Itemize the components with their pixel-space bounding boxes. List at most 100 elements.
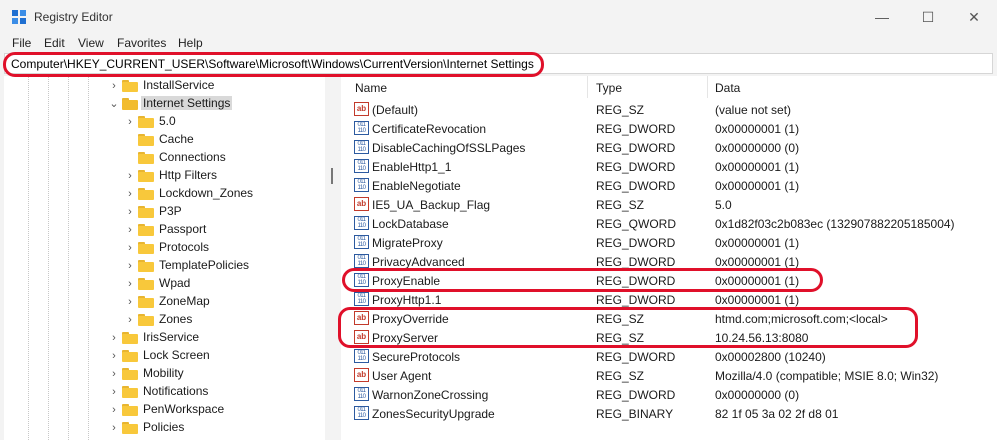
chevron-right-icon[interactable]: › [109, 349, 119, 363]
chevron-right-icon[interactable]: › [125, 295, 135, 309]
pane-splitter[interactable] [325, 76, 341, 440]
binary-value-icon: 011 110 [354, 178, 369, 192]
value-name: ZonesSecurityUpgrade [372, 407, 495, 421]
splitter-grip[interactable] [331, 168, 333, 184]
chevron-right-icon[interactable]: › [109, 385, 119, 399]
chevron-right-icon[interactable] [125, 133, 135, 147]
value-row[interactable]: 011 110 LockDatabase REG_QWORD 0x1d82f03c2b… [341, 214, 997, 233]
minimize-button[interactable]: — [859, 0, 905, 34]
tree-item[interactable]: › PenWorkspace [4, 401, 325, 419]
tree-item-label: Policies [143, 420, 185, 434]
tree-item[interactable]: › Lock Screen [4, 347, 325, 365]
chevron-right-icon[interactable]: › [125, 115, 135, 129]
value-row[interactable]: ab ProxyServer REG_SZ 10.24.56.13:8080 [341, 328, 997, 347]
tree-item[interactable]: › Wpad [4, 275, 325, 293]
tree-item[interactable]: › Passport [4, 221, 325, 239]
chevron-right-icon[interactable]: › [125, 277, 135, 291]
chevron-right-icon[interactable]: › [125, 205, 135, 219]
maximize-button[interactable]: ☐ [905, 0, 951, 34]
column-divider[interactable] [707, 76, 708, 98]
chevron-right-icon[interactable]: › [125, 187, 135, 201]
tree-item[interactable]: › Policies [4, 419, 325, 437]
value-row[interactable]: ab ProxyOverride REG_SZ htmd.com;microsoft.… [341, 309, 997, 328]
tree-item[interactable]: › P3P [4, 203, 325, 221]
chevron-right-icon[interactable] [125, 151, 135, 165]
chevron-right-icon[interactable]: › [125, 313, 135, 327]
value-row[interactable]: ab (Default) REG_SZ (value not set) [341, 100, 997, 119]
menu-view[interactable]: View [78, 36, 104, 50]
tree-item-label: Internet Settings [141, 96, 233, 110]
value-row[interactable]: 011 110 WarnonZoneCrossing REG_DWORD 0x0000… [341, 385, 997, 404]
value-row[interactable]: 011 110 MigrateProxy REG_DWORD 0x00000001 (… [341, 233, 997, 252]
folder-icon [138, 134, 154, 146]
tree-item-label: TemplatePolicies [159, 258, 250, 272]
values-pane[interactable]: Name Type Data ab (Default) REG_SZ (value n… [341, 76, 997, 440]
tree-item[interactable]: › Http Filters [4, 167, 325, 185]
value-row[interactable]: 011 110 ZonesSecurityUpgrade REG_BINARY 82 … [341, 404, 997, 423]
binary-value-icon: 011 110 [354, 254, 369, 268]
window-title: Registry Editor [34, 10, 113, 24]
chevron-right-icon[interactable]: › [109, 367, 119, 381]
tree-item[interactable]: › Zones [4, 311, 325, 329]
menu-file[interactable]: File [12, 36, 31, 50]
tree-item[interactable]: Connections [4, 149, 325, 167]
tree-item-label: Passport [159, 222, 207, 236]
column-header-name[interactable]: Name [355, 81, 387, 95]
menu-edit[interactable]: Edit [44, 36, 65, 50]
chevron-right-icon[interactable]: › [125, 223, 135, 237]
column-divider[interactable] [587, 76, 588, 98]
tree-item[interactable]: › InstallService [4, 77, 325, 95]
tree-item[interactable]: › Notifications [4, 383, 325, 401]
tree-item[interactable]: › Lockdown_Zones [4, 185, 325, 203]
tree-item[interactable]: Cache [4, 131, 325, 149]
binary-value-icon: 011 110 [354, 292, 369, 306]
value-row[interactable]: 011 110 SecureProtocols REG_DWORD 0x0000280… [341, 347, 997, 366]
value-row[interactable]: ab IE5_UA_Backup_Flag REG_SZ 5.0 [341, 195, 997, 214]
value-data: 0x00000001 (1) [715, 160, 800, 174]
value-row[interactable]: 011 110 CertificateRevocation REG_DWORD 0x0… [341, 119, 997, 138]
tree-item[interactable]: › TemplatePolicies [4, 257, 325, 275]
binary-value-icon: 011 110 [354, 349, 369, 363]
chevron-right-icon[interactable]: › [125, 241, 135, 255]
tree-item[interactable]: ⌄ Internet Settings [4, 95, 325, 113]
chevron-right-icon[interactable]: › [109, 421, 119, 435]
address-bar[interactable]: Computer\HKEY_CURRENT_USER\Software\Micr… [4, 53, 993, 74]
menu-favorites[interactable]: Favorites [117, 36, 166, 50]
tree-item[interactable]: › Mobility [4, 365, 325, 383]
value-data: 0x00000001 (1) [715, 255, 800, 269]
key-tree-pane[interactable]: › InstallService ⌄ Internet Settings › 5.0 Cac… [4, 76, 325, 440]
value-type: REG_SZ [596, 369, 645, 383]
binary-value-icon: 011 110 [354, 273, 369, 287]
value-type: REG_DWORD [596, 255, 676, 269]
value-row[interactable]: 011 110 ProxyEnable REG_DWORD 0x00000001 (1… [341, 271, 997, 290]
tree-item[interactable]: › Protocols [4, 239, 325, 257]
value-name: User Agent [372, 369, 432, 383]
tree-item[interactable]: › 5.0 [4, 113, 325, 131]
value-row[interactable]: 011 110 DisableCachingOfSSLPages REG_DWORD… [341, 138, 997, 157]
column-header-data[interactable]: Data [715, 81, 740, 95]
tree-item[interactable]: › ZoneMap [4, 293, 325, 311]
value-row[interactable]: 011 110 EnableNegotiate REG_DWORD 0x0000000… [341, 176, 997, 195]
tree-item-label: Lock Screen [143, 348, 210, 362]
value-row[interactable]: 011 110 ProxyHttp1.1 REG_DWORD 0x00000001 (… [341, 290, 997, 309]
menu-help[interactable]: Help [178, 36, 203, 50]
value-row[interactable]: 011 110 EnableHttp1_1 REG_DWORD 0x00000001 … [341, 157, 997, 176]
chevron-right-icon[interactable]: › [109, 331, 119, 345]
chevron-right-icon[interactable]: › [109, 79, 119, 93]
title-bar: Registry Editor — ☐ ✕ [0, 0, 997, 34]
value-row[interactable]: 011 110 PrivacyAdvanced REG_DWORD 0x0000000… [341, 252, 997, 271]
chevron-right-icon[interactable]: › [109, 403, 119, 417]
chevron-right-icon[interactable]: › [125, 169, 135, 183]
tree-item-label: Wpad [159, 276, 191, 290]
tree-item[interactable]: › IrisService [4, 329, 325, 347]
close-button[interactable]: ✕ [951, 0, 997, 34]
tree-item-label: Cache [159, 132, 194, 146]
column-header-type[interactable]: Type [596, 81, 622, 95]
chevron-down-icon[interactable]: ⌄ [109, 97, 119, 111]
value-row[interactable]: ab User Agent REG_SZ Mozilla/4.0 (compatibl… [341, 366, 997, 385]
folder-icon [138, 314, 154, 326]
folder-icon [122, 386, 138, 398]
folder-icon [138, 296, 154, 308]
value-name: ProxyOverride [372, 312, 449, 326]
chevron-right-icon[interactable]: › [125, 259, 135, 273]
